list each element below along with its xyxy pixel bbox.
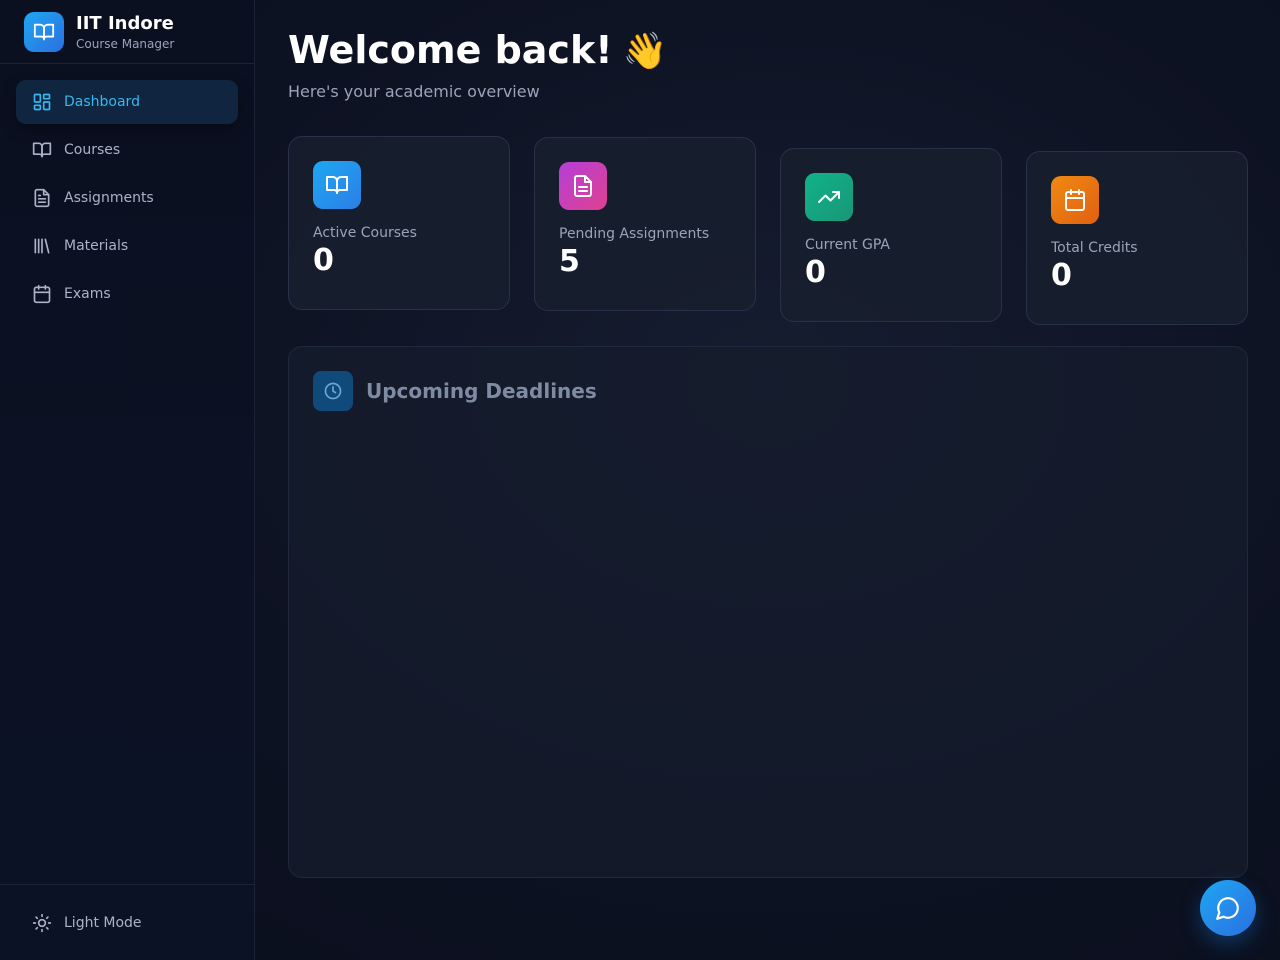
file-text-icon <box>559 162 607 210</box>
sidebar-item-label: Exams <box>64 286 111 302</box>
stat-card-active-courses: Active Courses 0 <box>288 136 510 310</box>
page-subtitle: Here's your academic overview <box>288 82 540 101</box>
stat-value: 0 <box>1051 258 1072 293</box>
welcome-text: Welcome back! <box>288 28 613 72</box>
file-text-icon <box>32 188 52 208</box>
sidebar-item-exams[interactable]: Exams <box>16 272 238 316</box>
stat-label: Pending Assignments <box>559 226 710 242</box>
brand-subtitle: Course Manager <box>76 36 175 51</box>
book-open-icon <box>24 11 64 52</box>
deadlines-header: Upcoming Deadlines <box>313 371 597 411</box>
stat-value: 0 <box>313 243 334 278</box>
book-open-icon <box>313 161 361 209</box>
sidebar: IIT Indore Course Manager Dashboard Cour… <box>0 0 255 960</box>
sun-icon <box>32 913 52 933</box>
dashboard-grid-icon <box>32 92 52 112</box>
deadlines-title: Upcoming Deadlines <box>366 379 597 403</box>
clock-icon <box>313 371 353 411</box>
sidebar-item-dashboard[interactable]: Dashboard <box>16 80 238 124</box>
brand-header: IIT Indore Course Manager <box>0 0 254 64</box>
upcoming-deadlines-panel: Upcoming Deadlines <box>288 346 1248 878</box>
theme-toggle-label: Light Mode <box>64 914 142 931</box>
sidebar-item-assignments[interactable]: Assignments <box>16 176 238 220</box>
calendar-icon <box>1051 176 1099 224</box>
sidebar-item-courses[interactable]: Courses <box>16 128 238 172</box>
sidebar-nav: Dashboard Courses Assignments Materials … <box>0 64 254 336</box>
chat-bubble-icon <box>1215 895 1241 921</box>
stat-value: 5 <box>559 244 580 279</box>
stat-card-pending-assignments: Pending Assignments 5 <box>534 137 756 311</box>
page-title: Welcome back! 👋 <box>288 28 667 72</box>
wave-emoji: 👋 <box>622 31 668 72</box>
stat-label: Total Credits <box>1051 240 1138 256</box>
brand-text: IIT Indore Course Manager <box>76 13 174 51</box>
book-open-icon <box>32 140 52 160</box>
brand-title: IIT Indore <box>76 12 174 34</box>
library-icon <box>32 236 52 256</box>
stat-card-total-credits: Total Credits 0 <box>1026 151 1248 325</box>
stat-label: Current GPA <box>805 237 891 253</box>
stat-value: 0 <box>805 255 826 290</box>
sidebar-item-label: Courses <box>64 142 121 158</box>
sidebar-item-materials[interactable]: Materials <box>16 224 238 268</box>
sidebar-item-label: Dashboard <box>64 94 140 110</box>
chat-button[interactable] <box>1200 880 1256 936</box>
stat-card-current-gpa: Current GPA 0 <box>780 148 1002 322</box>
calendar-icon <box>32 284 52 304</box>
trending-up-icon <box>805 173 853 221</box>
stat-label: Active Courses <box>313 225 417 241</box>
sidebar-item-label: Assignments <box>64 190 154 206</box>
theme-toggle-button[interactable]: Light Mode <box>0 884 254 960</box>
sidebar-item-label: Materials <box>64 238 129 254</box>
